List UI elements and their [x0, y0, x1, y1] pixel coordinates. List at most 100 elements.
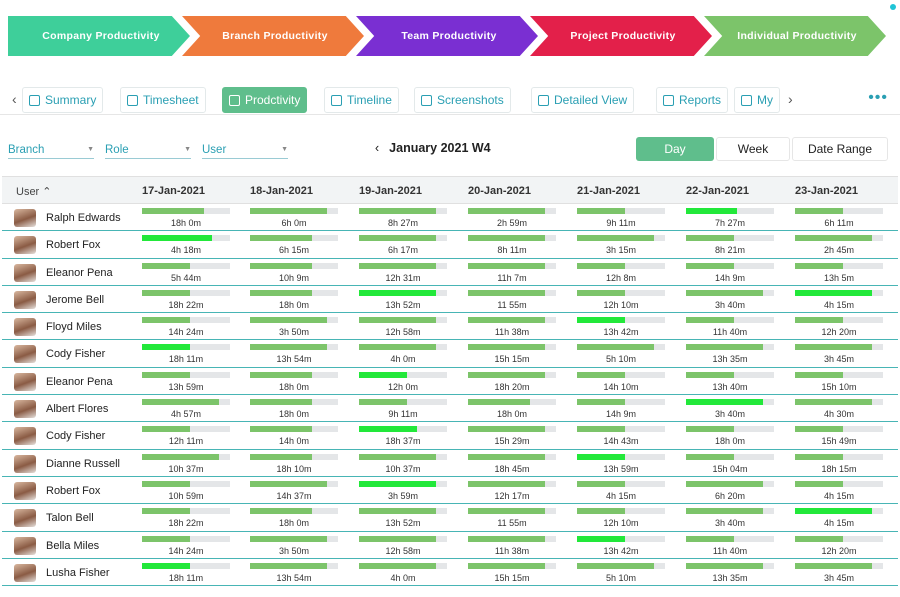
productivity-bar-fill	[468, 289, 546, 296]
tracked-time: 13h 5m	[823, 272, 855, 283]
productivity-cell: 13h 59m	[142, 371, 230, 392]
tab-timesheet[interactable]: Timesheet	[120, 87, 206, 113]
productivity-bar	[577, 344, 665, 351]
user-select[interactable]: User ▼	[202, 141, 288, 159]
productivity-bar-fill	[577, 235, 655, 242]
productivity-bar	[142, 371, 230, 378]
ribbon-team-productivity[interactable]: Team Productivity	[356, 16, 538, 56]
tracked-time: 11h 38m	[494, 545, 530, 556]
productivity-bar	[250, 399, 338, 406]
tab-my[interactable]: My	[734, 87, 780, 113]
table-row[interactable]: Floyd Miles 14h 24m 3h 50m 12h 58m 11h 38m 13…	[2, 313, 898, 341]
chevron-left-icon[interactable]: ‹	[12, 91, 17, 107]
productivity-bar	[359, 371, 447, 378]
table-row[interactable]: Jerome Bell 18h 22m 18h 0m 13h 52m 11 55m 12h…	[2, 286, 898, 314]
productivity-bar	[359, 208, 447, 214]
tracked-time: 4h 15m	[823, 299, 855, 310]
productivity-cell: 10h 37m	[359, 453, 447, 474]
productivity-bar-fill	[686, 317, 735, 324]
productivity-bar-fill	[577, 344, 655, 351]
table-row[interactable]: Robert Fox 10h 59m 14h 37m 3h 59m 12h 17m 4h …	[2, 477, 898, 505]
productivity-bar-fill	[795, 480, 844, 487]
productivity-cell: 4h 0m	[359, 562, 447, 583]
tab-summary[interactable]: Summary	[22, 87, 104, 113]
tracked-time: 3h 45m	[823, 572, 855, 583]
ribbon-company-productivity[interactable]: Company Productivity	[8, 16, 190, 56]
productivity-bar-fill	[795, 399, 873, 406]
week-view-button[interactable]: Week	[716, 137, 790, 161]
table-row[interactable]: Eleanor Pena 5h 44m 10h 9m 12h 31m 11h 7m 12h…	[2, 259, 898, 286]
productivity-bar-fill	[577, 317, 626, 324]
table-row[interactable]: Cody Fisher 12h 11m 14h 0m 18h 37m 15h 29m 14…	[2, 422, 898, 450]
productivity-cell: 13h 54m	[250, 344, 338, 364]
productivity-bar	[468, 344, 556, 351]
productivity-bar-fill	[142, 453, 220, 460]
table-row[interactable]: Lusha Fisher 18h 11m 13h 54m 4h 0m 15h 15m 5h…	[2, 559, 898, 587]
productivity-bar	[686, 426, 774, 433]
tracked-time: 18h 15m	[821, 463, 857, 474]
tracked-time: 14h 0m	[278, 436, 310, 447]
productivity-cell: 18h 0m	[250, 399, 338, 419]
productivity-bar-fill	[250, 480, 328, 487]
table-row[interactable]: Ralph Edwards 18h 0m 6h 0m 8h 27m 2h 59m 9h 1…	[2, 204, 898, 232]
productivity-cell: 4h 30m	[795, 399, 883, 419]
productivity-cell: 11h 38m	[468, 317, 556, 337]
table-row[interactable]: Albert Flores 4h 57m 18h 0m 9h 11m 18h 0m 14h…	[2, 395, 898, 423]
tab-detailed-view[interactable]: Detailed View	[531, 87, 635, 113]
role-select[interactable]: Role ▼	[105, 141, 191, 159]
table-row[interactable]: Talon Bell 18h 22m 18h 0m 13h 52m 11 55m 12h …	[2, 504, 898, 532]
ribbon-project-productivity[interactable]: Project Productivity	[530, 16, 712, 56]
productivity-cell: 14h 37m	[250, 480, 338, 501]
tab-screenshots[interactable]: Screenshots	[414, 87, 511, 113]
productivity-bar	[795, 480, 883, 487]
productivity-cell: 13h 35m	[686, 344, 774, 364]
productivity-bar	[795, 371, 883, 378]
user-name: Albert Flores	[46, 403, 109, 416]
more-options-icon[interactable]: •••	[868, 89, 888, 107]
productivity-bar	[577, 562, 665, 569]
tracked-time: 18h 0m	[170, 218, 202, 228]
productivity-cell: 9h 11m	[359, 399, 447, 419]
productivity-bar-fill	[359, 562, 437, 569]
table-row[interactable]: Dianne Russell 10h 37m 18h 10m 10h 37m 18h 4…	[2, 450, 898, 477]
day-view-button[interactable]: Day	[636, 137, 714, 161]
tracked-time: 18h 45m	[494, 463, 530, 474]
productivity-bar-fill	[795, 508, 873, 515]
tab-timeline[interactable]: Timeline	[324, 87, 399, 113]
user-column-header[interactable]: User ⌃	[16, 185, 52, 198]
branch-select[interactable]: Branch ▼	[8, 141, 94, 159]
productivity-bar	[250, 208, 338, 214]
avatar	[14, 563, 36, 582]
productivity-cell: 13h 59m	[577, 453, 665, 474]
table-row[interactable]: Robert Fox 4h 18m 6h 15m 6h 17m 8h 11m 3h 15m…	[2, 231, 898, 259]
productivity-bar-fill	[468, 535, 546, 542]
date-range-button[interactable]: Date Range	[792, 137, 888, 161]
tracked-time: 3h 45m	[823, 354, 855, 365]
productivity-bar	[577, 453, 665, 460]
ribbon-individual-productivity[interactable]: Individual Productivity	[704, 16, 886, 56]
ribbon-branch-productivity[interactable]: Branch Productivity	[182, 16, 364, 56]
tab-productivity[interactable]: Prodctivity	[222, 87, 308, 113]
productivity-bar-fill	[250, 426, 312, 433]
table-row[interactable]: Eleanor Pena 13h 59m 18h 0m 12h 0m 18h 20m 14…	[2, 368, 898, 396]
tab-reports[interactable]: Reports	[656, 87, 729, 113]
previous-week-icon[interactable]: ‹	[375, 141, 379, 155]
tracked-time: 15h 15m	[494, 354, 530, 365]
chevron-right-icon[interactable]: ›	[788, 91, 793, 107]
table-row[interactable]: Cody Fisher 18h 11m 13h 54m 4h 0m 15h 15m 5h …	[2, 340, 898, 368]
productivity-bar	[577, 399, 665, 406]
user-cell: Cody Fisher	[14, 426, 105, 446]
productivity-cell: 6h 0m	[250, 208, 338, 228]
productivity-cell: 3h 50m	[250, 535, 338, 556]
tracked-time: 18h 0m	[278, 381, 310, 392]
productivity-bar-fill	[795, 426, 844, 433]
tracked-time: 15h 29m	[494, 436, 530, 447]
productivity-bar	[686, 399, 774, 406]
avatar	[14, 400, 36, 419]
productivity-bar-fill	[359, 426, 418, 433]
table-row[interactable]: Bella Miles 14h 24m 3h 50m 12h 58m 11h 38m 13…	[2, 532, 898, 559]
tracked-time: 12h 58m	[385, 545, 421, 556]
productivity-bar-fill	[686, 508, 764, 515]
tracked-time: 4h 30m	[823, 409, 855, 420]
tracked-time: 12h 8m	[605, 272, 637, 283]
